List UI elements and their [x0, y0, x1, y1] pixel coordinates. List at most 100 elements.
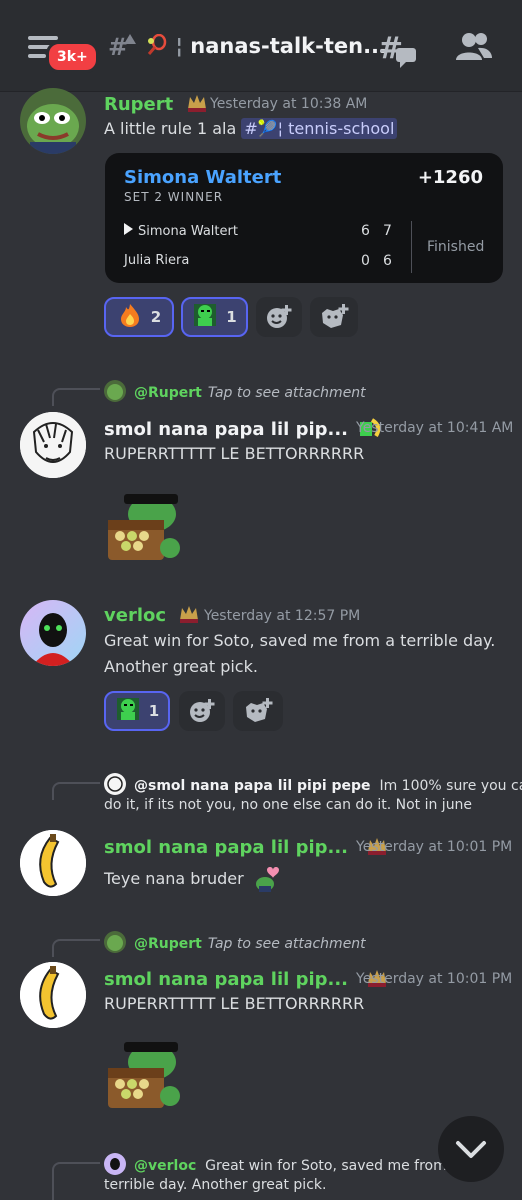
reply-connector: [52, 388, 100, 406]
reply-preview[interactable]: @Rupert Tap to see attachment: [104, 380, 366, 402]
fire-icon: [117, 302, 143, 332]
pepe-love-emoji: [253, 864, 281, 892]
add-super-reaction-button[interactable]: [233, 691, 283, 731]
mini-avatar: [104, 380, 126, 402]
message-text-line: Another great pick.: [104, 657, 258, 676]
add-reaction-button[interactable]: [256, 297, 302, 337]
card-row-name: Simona Waltert: [138, 224, 238, 239]
author-name-text: verloc: [104, 605, 167, 626]
card-score: 6: [361, 223, 370, 239]
reply-author: @verloc: [134, 1158, 197, 1174]
svg-text:#: #: [108, 33, 128, 61]
card-player-name: Simona Waltert: [124, 167, 282, 188]
add-super-reaction-button[interactable]: [310, 297, 358, 337]
crown-icon: [186, 93, 208, 113]
add-emoji-icon: [190, 699, 215, 722]
author-name[interactable]: smol nana papa lil pip...: [104, 836, 388, 858]
author-name-text: smol nana papa lil pip...: [104, 837, 349, 858]
pepe-treasure-sticker[interactable]: [104, 1032, 184, 1112]
reaction-pepe[interactable]: 1: [104, 691, 170, 731]
message-text: A little rule 1 ala #🎾¦ tennis-school: [104, 116, 398, 142]
reply-author: @Rupert: [134, 936, 202, 952]
channel-header: 3k+ # ¦ nanas-talk-ten... #: [0, 0, 522, 92]
timestamp: Yesterday at 10:01 PM: [356, 839, 513, 855]
card-points: +1260: [417, 167, 483, 188]
message-text-content: Teye nana bruder: [104, 869, 244, 888]
scroll-to-bottom-button[interactable]: [438, 1116, 504, 1182]
channel-name: nanas-talk-ten...: [190, 34, 388, 58]
reply-preview[interactable]: @verloc Great win for Soto, saved me fro…: [104, 1153, 460, 1175]
reply-connector: [52, 939, 100, 957]
super-reaction-icon: [246, 698, 273, 722]
message-text: Teye nana bruder: [104, 864, 281, 892]
timestamp: Yesterday at 12:57 PM: [204, 608, 361, 624]
author-name-text: Rupert: [104, 94, 174, 115]
card-status: Finished: [427, 239, 485, 255]
avatar-banana[interactable]: [20, 962, 86, 1028]
bet-card[interactable]: Simona Waltert +1260 SET 2 WINNER Simona…: [105, 153, 503, 283]
author-name[interactable]: verloc: [104, 604, 200, 626]
card-score: 7: [383, 223, 392, 239]
channel-title[interactable]: ¦ nanas-talk-ten...: [146, 33, 388, 58]
channel-hash-icon: #: [106, 30, 140, 71]
reaction-pepe[interactable]: 1: [181, 297, 248, 337]
timestamp: Yesterday at 10:01 PM: [356, 971, 513, 987]
avatar-banana[interactable]: [20, 830, 86, 896]
reply-connector: [52, 1162, 100, 1200]
unread-badge: 3k+: [46, 41, 99, 73]
menu-icon: [28, 36, 58, 40]
add-reaction-button[interactable]: [179, 691, 225, 731]
pepe-treasure-sticker[interactable]: [104, 484, 184, 564]
card-row-name: Julia Riera: [124, 253, 190, 268]
play-arrow-icon: [124, 223, 133, 235]
reply-author: @smol nana papa lil pipi pepe: [134, 778, 371, 794]
message-text-prefix: A little rule 1 ala: [104, 119, 242, 138]
reply-text-line: terrible day. Another great pick.: [104, 1177, 327, 1193]
tennis-racket-icon: 🎾: [257, 119, 278, 138]
crown-icon: [178, 604, 200, 624]
message-text: RUPERRTTTTT LE BETTORRRRRR: [104, 444, 365, 463]
menu-icon-line: [28, 54, 46, 58]
channel-mention[interactable]: #🎾¦ tennis-school: [241, 118, 398, 139]
reaction-count: 1: [226, 308, 237, 326]
message-text-line: Great win for Soto, saved me from a terr…: [104, 631, 496, 650]
reaction-count: 1: [148, 702, 160, 720]
threads-icon[interactable]: #: [376, 28, 416, 68]
reply-text: Im 100% sure you can: [379, 778, 522, 794]
reply-connector: [52, 782, 100, 800]
channel-mention-name: tennis-school: [288, 119, 395, 138]
reply-preview[interactable]: @smol nana papa lil pipi pepe Im 100% su…: [104, 773, 522, 795]
add-emoji-icon: [267, 305, 292, 328]
reply-author: @Rupert: [134, 385, 202, 401]
card-subtitle: SET 2 WINNER: [124, 190, 224, 204]
reply-text-line: do it, if its not you, no one else can d…: [104, 797, 473, 813]
super-reaction-icon: [322, 304, 349, 328]
reaction-count: 2: [150, 308, 162, 326]
reply-preview[interactable]: @Rupert Tap to see attachment: [104, 931, 366, 953]
avatar-rupert[interactable]: [20, 88, 86, 154]
author-name[interactable]: Rupert: [104, 93, 208, 115]
reply-text: Tap to see attachment: [207, 936, 366, 952]
card-score: 0: [361, 253, 370, 269]
timestamp: Yesterday at 10:41 AM: [356, 420, 514, 436]
mini-avatar: [104, 773, 126, 795]
author-name[interactable]: smol nana papa lil pip...: [104, 418, 382, 440]
reaction-fire[interactable]: 2: [104, 297, 174, 337]
card-row: Julia Riera: [124, 253, 189, 268]
card-score: 6: [383, 253, 392, 269]
mini-avatar: [104, 931, 126, 953]
chevron-down-icon: [456, 1141, 486, 1158]
avatar-verloc[interactable]: [20, 600, 86, 666]
members-icon[interactable]: [454, 28, 494, 68]
mini-avatar: [104, 1153, 126, 1175]
green-pepe-icon: [115, 696, 141, 726]
author-name[interactable]: smol nana papa lil pip...: [104, 968, 388, 990]
author-name-text: smol nana papa lil pip...: [104, 969, 349, 990]
menu-button[interactable]: 3k+: [28, 30, 99, 73]
author-name-text: smol nana papa lil pip...: [104, 419, 349, 440]
card-row: Simona Waltert: [124, 223, 238, 239]
message-text: RUPERRTTTTT LE BETTORRRRRR: [104, 994, 365, 1013]
reply-text: Great win for Soto, saved me from a: [205, 1158, 460, 1174]
card-divider: [411, 221, 412, 273]
avatar-smol-nana[interactable]: [20, 412, 86, 478]
